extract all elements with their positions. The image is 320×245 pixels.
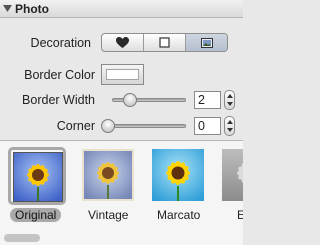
- sunflower-image: [13, 152, 63, 202]
- stepper-up-icon[interactable]: [227, 120, 233, 124]
- style-caption-marcato[interactable]: Marcato: [157, 208, 200, 222]
- style-thumb-partial[interactable]: [222, 149, 243, 201]
- corner-stepper[interactable]: [224, 116, 235, 136]
- decoration-label: Decoration: [30, 36, 91, 50]
- border-width-label: Border Width: [22, 93, 95, 107]
- style-thumb-marcato[interactable]: [152, 149, 204, 201]
- border-width-stepper[interactable]: [224, 90, 235, 110]
- style-thumb-original[interactable]: [8, 147, 66, 205]
- panel-header[interactable]: Photo: [0, 0, 243, 18]
- corner-field[interactable]: 0: [194, 117, 221, 135]
- square-frame-icon: [159, 37, 170, 48]
- decoration-segmented-control[interactable]: [101, 33, 228, 52]
- style-caption-vintage[interactable]: Vintage: [88, 208, 128, 222]
- decoration-frame-segment[interactable]: [143, 34, 185, 51]
- disclosure-triangle-icon[interactable]: [3, 5, 12, 13]
- stepper-down-icon[interactable]: [227, 102, 233, 106]
- corner-label: Corner: [56, 119, 95, 133]
- style-thumb-vintage[interactable]: [82, 149, 134, 201]
- border-color-well[interactable]: [101, 64, 144, 85]
- stepper-up-icon[interactable]: [227, 94, 233, 98]
- style-caption-original[interactable]: Original: [10, 208, 62, 222]
- border-color-label: Border Color: [24, 68, 95, 82]
- sunflower-image: [82, 149, 134, 201]
- decoration-photo-segment[interactable]: [185, 34, 227, 51]
- decoration-heart-segment[interactable]: [102, 34, 143, 51]
- heart-icon: [116, 36, 129, 48]
- corner-slider-knob[interactable]: [101, 119, 115, 133]
- stepper-down-icon[interactable]: [227, 128, 233, 132]
- border-width-slider-knob[interactable]: [123, 93, 138, 107]
- gallery-scrollbar[interactable]: [4, 234, 40, 242]
- photo-frame-icon: [200, 37, 213, 48]
- sunflower-image: [152, 149, 204, 201]
- panel-title: Photo: [15, 2, 49, 16]
- style-caption-partial[interactable]: E: [237, 208, 243, 222]
- style-gallery: Original Vintage Marcato E: [0, 141, 243, 245]
- border-width-field[interactable]: 2: [194, 91, 221, 109]
- border-color-swatch: [106, 69, 139, 80]
- sunflower-image: [222, 149, 243, 201]
